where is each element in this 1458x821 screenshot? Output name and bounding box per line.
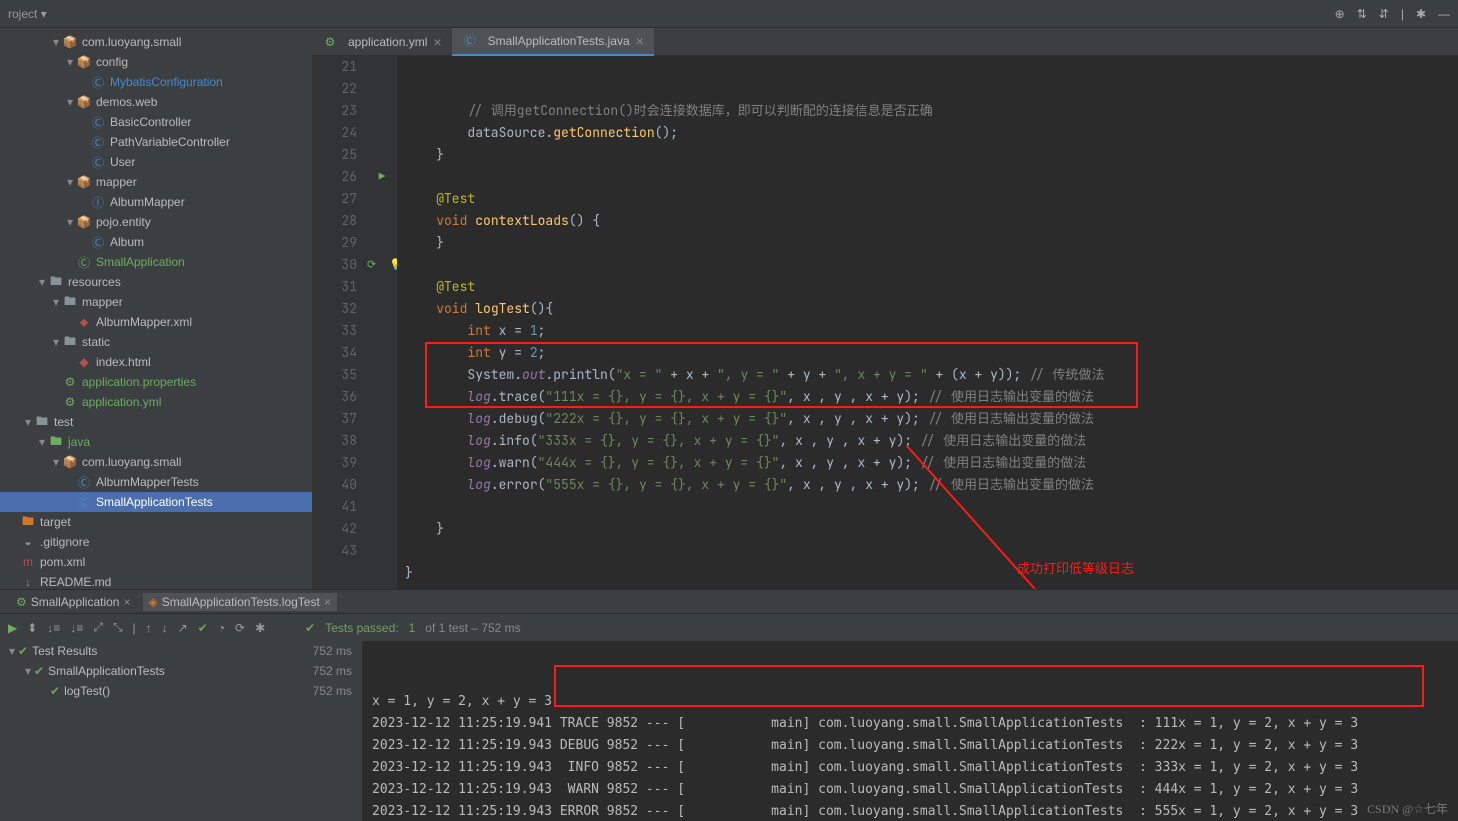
project-toolbar: roject ▾ ⊕ ⇅ ⇵ | ✱ — [0, 0, 1458, 28]
tree-item[interactable]: ⒸAlbumMapperTests [0, 472, 312, 492]
editor-tab[interactable]: ⚙application.yml× [312, 28, 452, 56]
gear-icon[interactable]: ✱ [1416, 7, 1426, 21]
export-icon[interactable]: ↗ [178, 621, 188, 635]
console-line: x = 1, y = 2, x + y = 3 [372, 691, 1448, 713]
collapse-all-icon[interactable]: ⤡ [113, 620, 123, 635]
tree-item[interactable]: ▾🖿mapper [0, 292, 312, 312]
watermark: CSDN @☆七年 [1367, 800, 1448, 817]
run-config-item[interactable]: ◈SmallApplicationTests.logTest× [143, 593, 337, 611]
up-icon[interactable]: ↑ [146, 621, 152, 635]
gutter-icons: ▶⟳ 💡 [367, 56, 397, 589]
editor-tab[interactable]: ⒸSmallApplicationTests.java× [452, 28, 654, 56]
close-icon[interactable]: × [324, 595, 331, 609]
pass-check-icon: ✔ [305, 621, 315, 635]
line-gutter: 2122232425262728293031323334353637383940… [312, 56, 367, 589]
toggle-icon[interactable]: ⬍ [27, 621, 37, 635]
expand-all-icon[interactable]: ⤢ [93, 620, 103, 635]
tree-item[interactable]: ▾📦pojo.entity [0, 212, 312, 232]
expand-icon[interactable]: ⇅ [1357, 7, 1367, 21]
tree-item[interactable]: ▾🖿test [0, 412, 312, 432]
project-label[interactable]: roject [8, 7, 37, 21]
close-icon[interactable]: × [433, 34, 441, 50]
console-line: 2023-12-12 11:25:19.943 DEBUG 9852 --- [… [372, 735, 1448, 757]
down-icon[interactable]: ↓ [162, 621, 168, 635]
gear-icon[interactable]: ✱ [255, 621, 265, 635]
tree-item[interactable]: ⒸUser [0, 152, 312, 172]
console-line: 2023-12-12 11:25:19.943 WARN 9852 --- [ … [372, 779, 1448, 801]
tree-item[interactable]: ▾📦demos.web [0, 92, 312, 112]
history-icon[interactable]: ⟳ [235, 621, 245, 635]
tree-item[interactable]: ⒸMybatisConfiguration [0, 72, 312, 92]
tests-passed-count: 1 [409, 621, 416, 635]
run-config-item[interactable]: ⚙SmallApplication× [10, 593, 137, 611]
tree-item[interactable]: ▾📦config [0, 52, 312, 72]
tree-item[interactable]: ▾🖿java [0, 432, 312, 452]
test-row[interactable]: ▾✔SmallApplicationTests752 ms [0, 661, 362, 681]
close-icon[interactable]: × [123, 595, 130, 609]
tree-item[interactable]: ▾📦com.luoyang.small [0, 452, 312, 472]
tree-item[interactable]: ⒸBasicController [0, 112, 312, 132]
check-icon[interactable]: ✔ [198, 621, 208, 635]
filter-icon[interactable]: ↓≡ [70, 621, 83, 635]
test-row[interactable]: ▾✔Test Results752 ms [0, 641, 362, 661]
console-line: 2023-12-12 11:25:19.943 INFO 9852 --- [ … [372, 757, 1448, 779]
tree-item[interactable]: ▾🖿static [0, 332, 312, 352]
tree-item[interactable]: ▾📦com.luoyang.small [0, 32, 312, 52]
clock-icon[interactable]: ◔ [218, 621, 225, 635]
console-line: 2023-12-12 11:25:19.943 ERROR 9852 --- [… [372, 801, 1448, 821]
tree-item[interactable]: ▾🖿resources [0, 272, 312, 292]
tree-item[interactable]: ⚙application.yml [0, 392, 312, 412]
tree-item[interactable]: 🖿target [0, 512, 312, 532]
locate-icon[interactable]: ⊕ [1335, 7, 1345, 21]
sort-icon[interactable]: ↓≡ [47, 621, 60, 635]
tree-item[interactable]: ⒾAlbumMapper [0, 192, 312, 212]
tree-item[interactable]: ⒸPathVariableController [0, 132, 312, 152]
divider: | [133, 621, 136, 635]
tree-item[interactable]: ▾📦mapper [0, 172, 312, 192]
tree-item[interactable]: mpom.xml [0, 552, 312, 572]
tree-item[interactable]: ⬥AlbumMapper.xml [0, 312, 312, 332]
main-area: ▾📦com.luoyang.small▾📦configⒸMybatisConfi… [0, 28, 1458, 589]
editor-tabs: ⚙application.yml×ⒸSmallApplicationTests.… [312, 28, 1458, 56]
tree-item[interactable]: ⒸSmallApplicationTests [0, 492, 312, 512]
tests-of-label: of 1 test – 752 ms [425, 621, 520, 635]
chevron-down-icon[interactable]: ▾ [41, 7, 47, 21]
rerun-icon[interactable]: ▶ [8, 621, 17, 635]
project-tree[interactable]: ▾📦com.luoyang.small▾📦configⒸMybatisConfi… [0, 28, 312, 589]
tree-item[interactable]: ⒸSmallApplication [0, 252, 312, 272]
tree-item[interactable]: ◒.gitignore [0, 532, 312, 552]
run-toolbar: ▶ ⬍ ↓≡ ↓≡ ⤢ ⤡ | ↑ ↓ ↗ ✔ ◔ ⟳ ✱ ✔ Tests pa… [0, 613, 1458, 641]
test-tree[interactable]: ▾✔Test Results752 ms▾✔SmallApplicationTe… [0, 641, 362, 821]
tests-passed-label: Tests passed: [325, 621, 398, 635]
tree-item[interactable]: ↓README.md [0, 572, 312, 589]
tree-item[interactable]: ⚙application.properties [0, 372, 312, 392]
console-output[interactable]: x = 1, y = 2, x + y = 32023-12-12 11:25:… [362, 641, 1458, 821]
code-area[interactable]: 2122232425262728293031323334353637383940… [312, 56, 1458, 589]
run-config-bar: ⚙SmallApplication× ◈SmallApplicationTests… [0, 589, 1458, 613]
editor: ⚙application.yml×ⒸSmallApplicationTests.… [312, 28, 1458, 589]
divider: | [1401, 7, 1404, 21]
console-line: 2023-12-12 11:25:19.941 TRACE 9852 --- [… [372, 713, 1448, 735]
code-content[interactable]: // 调用getConnection()时会连接数据库，即可以判断配的连接信息是… [397, 56, 1458, 589]
test-results-panel: ▾✔Test Results752 ms▾✔SmallApplicationTe… [0, 641, 1458, 821]
collapse-icon[interactable]: ⇵ [1379, 7, 1389, 21]
test-row[interactable]: ✔logTest()752 ms [0, 681, 362, 701]
close-icon[interactable]: × [636, 33, 644, 49]
tree-item[interactable]: ⒸAlbum [0, 232, 312, 252]
hide-icon[interactable]: — [1438, 7, 1450, 21]
tree-item[interactable]: ◆index.html [0, 352, 312, 372]
